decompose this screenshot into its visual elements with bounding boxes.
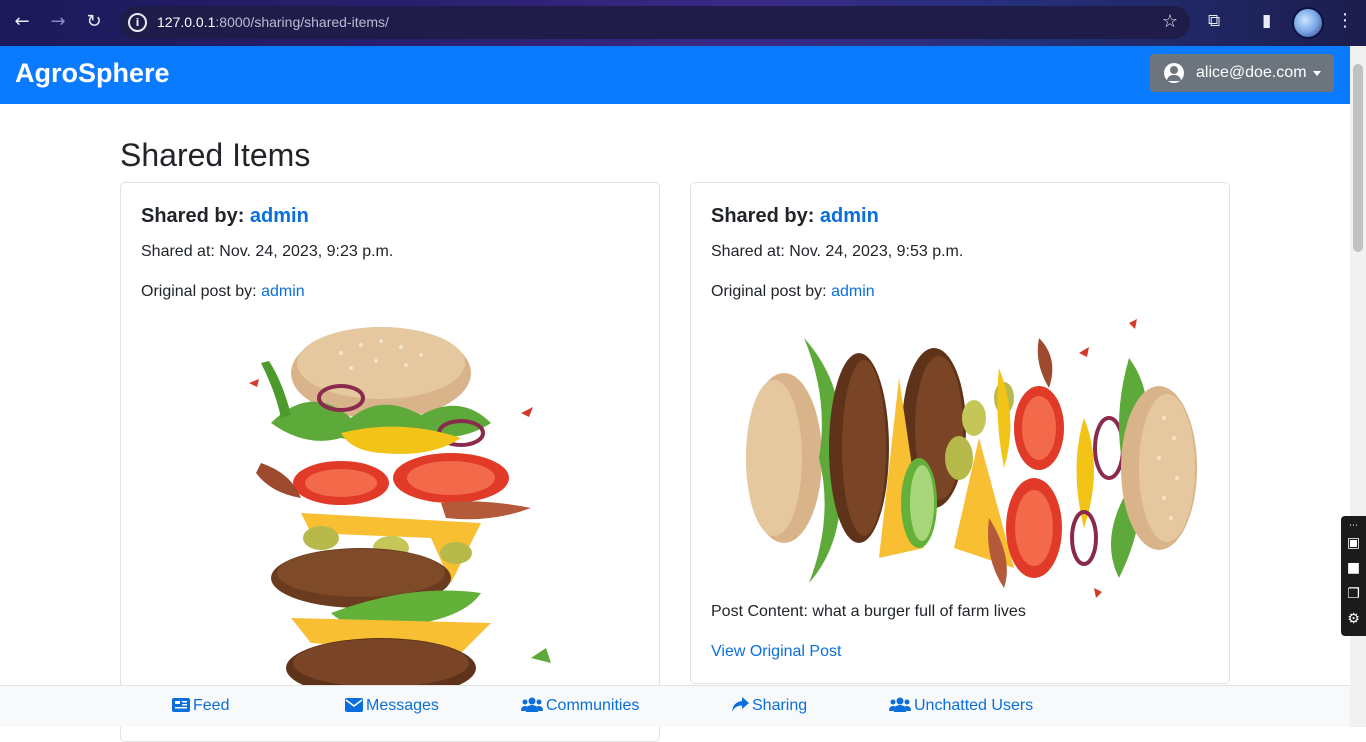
app-navbar: AgroSphere alice@doe.com	[0, 46, 1350, 104]
browser-toolbar: ← → ↻ i 127.0.0.1:8000/sharing/shared-it…	[0, 0, 1366, 46]
chevron-down-icon	[1313, 71, 1321, 76]
shared-item-card: Shared by: admin Shared at: Nov. 24, 202…	[120, 182, 660, 742]
url-path: :8000/sharing/shared-items/	[215, 14, 389, 30]
window-icon[interactable]: ❐	[1345, 586, 1362, 603]
shared-by-line: Shared by: admin	[141, 205, 309, 228]
nav-feed-label: Feed	[193, 697, 230, 714]
share-icon	[732, 697, 749, 712]
shared-by-label: Shared by:	[711, 205, 815, 227]
shared-at-text: Shared at: Nov. 24, 2023, 9:23 p.m.	[141, 243, 394, 260]
shared-by-line: Shared by: admin	[711, 205, 879, 228]
browser-menu-icon[interactable]: ⋮	[1336, 10, 1354, 31]
address-bar[interactable]: i 127.0.0.1:8000/sharing/shared-items/ ☆	[120, 6, 1190, 39]
shared-item-card: Shared by: admin Shared at: Nov. 24, 202…	[690, 182, 1230, 684]
nav-communities-label: Communities	[546, 697, 640, 714]
shared-at-text: Shared at: Nov. 24, 2023, 9:53 p.m.	[711, 243, 964, 260]
original-post-line: Original post by: admin	[141, 283, 305, 301]
nav-unchatted-users[interactable]: Unchatted Users	[889, 697, 1033, 715]
reload-icon[interactable]: ↻	[83, 11, 105, 33]
shared-by-label: Shared by:	[141, 205, 245, 227]
nav-feed[interactable]: Feed	[172, 697, 229, 715]
nav-sharing-label: Sharing	[752, 697, 808, 714]
url-host: 127.0.0.1	[157, 14, 216, 30]
shared-by-user-link[interactable]: admin	[820, 205, 879, 227]
burger-vertical-image	[249, 327, 551, 693]
nav-messages[interactable]: Messages	[345, 697, 439, 715]
side-panel-icon[interactable]: ▮	[1262, 11, 1271, 31]
page-title: Shared Items	[120, 137, 311, 173]
original-post-user-link[interactable]: admin	[831, 283, 875, 300]
back-arrow-icon[interactable]: ←	[11, 11, 33, 33]
more-icon[interactable]: ⋯	[1345, 518, 1362, 535]
bookmark-star-icon[interactable]: ☆	[1162, 11, 1178, 32]
user-dropdown-button[interactable]: alice@doe.com	[1150, 54, 1334, 92]
gear-icon[interactable]: ⚙	[1345, 611, 1362, 628]
brand-logo[interactable]: AgroSphere	[15, 58, 170, 89]
envelope-icon	[345, 698, 363, 712]
shared-by-user-link[interactable]: admin	[250, 205, 309, 227]
original-post-label: Original post by:	[711, 283, 827, 300]
nav-communities[interactable]: Communities	[521, 697, 639, 715]
video-camera-icon[interactable]: ■	[1345, 560, 1362, 577]
original-post-user-link[interactable]: admin	[261, 283, 305, 300]
forward-arrow-icon[interactable]: →	[47, 11, 69, 33]
camera-icon[interactable]: ▣	[1345, 535, 1362, 552]
original-post-label: Original post by:	[141, 283, 257, 300]
users-icon	[889, 697, 911, 712]
original-post-line: Original post by: admin	[711, 283, 875, 301]
bottom-navigation: Feed Messages Communities Sharing Unchat…	[0, 685, 1350, 727]
nav-unchatted-users-label: Unchatted Users	[914, 697, 1034, 714]
nav-messages-label: Messages	[366, 697, 439, 714]
site-info-icon[interactable]: i	[128, 13, 147, 32]
nav-sharing[interactable]: Sharing	[732, 697, 807, 715]
user-circle-icon	[1164, 63, 1184, 83]
newspaper-icon	[172, 698, 190, 712]
users-icon	[521, 697, 543, 712]
scrollbar-thumb[interactable]	[1353, 64, 1363, 252]
burger-horizontal-image	[746, 319, 1197, 598]
floating-capture-toolbar: ⋯ ▣ ■ ❐ ⚙	[1341, 516, 1366, 636]
post-content-text: Post Content: what a burger full of farm…	[711, 603, 1026, 620]
profile-avatar[interactable]	[1292, 7, 1324, 39]
user-email: alice@doe.com	[1196, 64, 1307, 81]
view-original-post-link[interactable]: View Original Post	[711, 643, 841, 661]
extensions-icon[interactable]: ⧉	[1208, 11, 1220, 31]
url-text[interactable]: 127.0.0.1:8000/sharing/shared-items/	[157, 14, 389, 30]
